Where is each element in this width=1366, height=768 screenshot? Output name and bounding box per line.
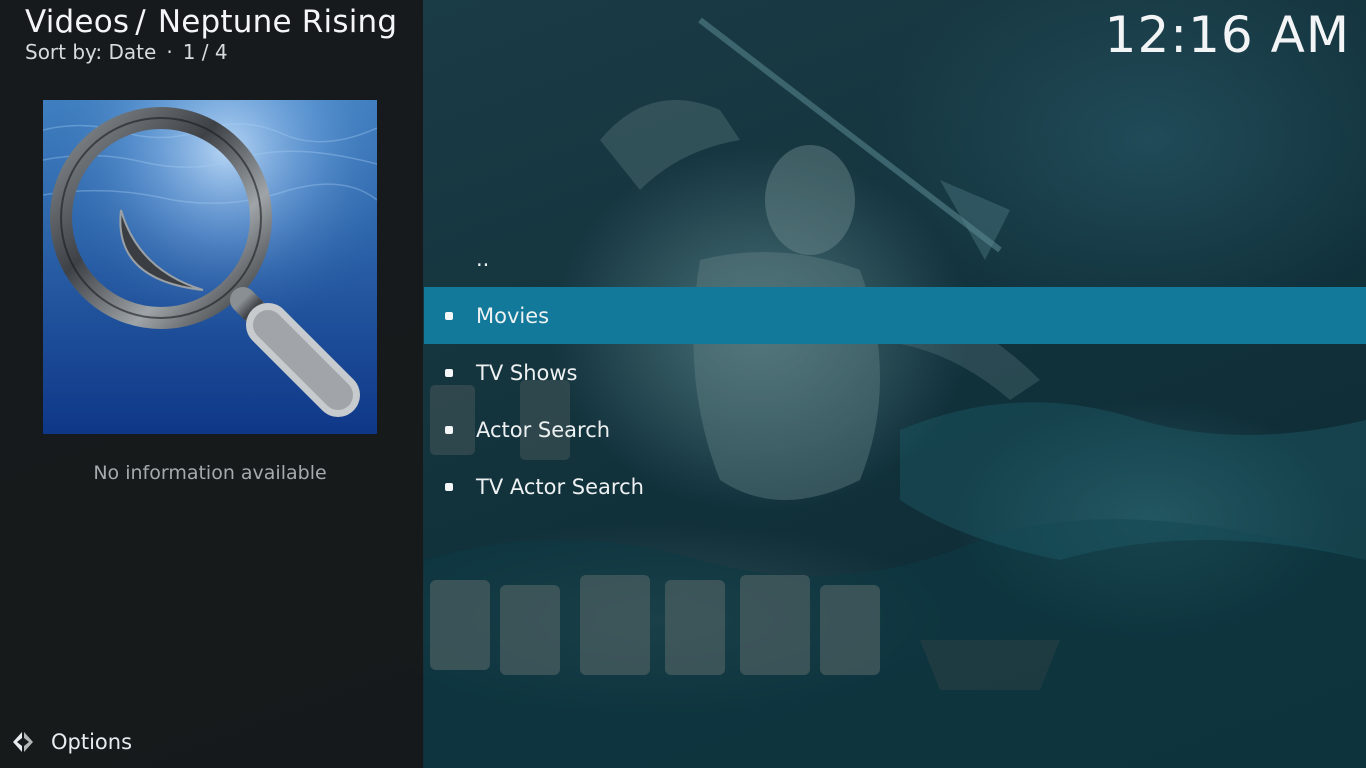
breadcrumb: Videos / Neptune Rising [25, 4, 397, 40]
bullet-icon [445, 482, 453, 491]
list-item-tv-shows[interactable]: TV Shows [424, 344, 1366, 401]
addon-thumbnail [43, 100, 377, 434]
sort-info: Sort by: Date · 1 / 4 [25, 40, 228, 64]
directory-list: .. Movies TV Shows Actor Search TV Actor… [424, 230, 1366, 515]
bullet-icon [445, 425, 453, 434]
sort-label: Sort by: Date [25, 40, 157, 64]
list-item-movies[interactable]: Movies [424, 287, 1366, 344]
sort-dot: · [166, 40, 173, 64]
list-item-label: Movies [476, 303, 550, 328]
list-item-label: TV Actor Search [476, 474, 644, 499]
list-item-actor-search[interactable]: Actor Search [424, 401, 1366, 458]
list-item-tv-actor-search[interactable]: TV Actor Search [424, 458, 1366, 515]
info-panel: Videos / Neptune Rising Sort by: Date · 1 / … [0, 0, 423, 768]
options-arrows-icon [13, 732, 33, 752]
options-button[interactable]: Options [10, 726, 132, 758]
kodi-addon-screen: Videos / Neptune Rising Sort by: Date · 1 / … [0, 0, 1366, 768]
list-item-label: Actor Search [476, 417, 611, 442]
bullet-icon [445, 368, 453, 377]
list-item-label: TV Shows [476, 360, 578, 385]
item-position: 1 / 4 [182, 40, 228, 64]
options-label: Options [51, 730, 133, 754]
clock: 12:16 AM [1104, 6, 1350, 64]
breadcrumb-separator: / [135, 4, 146, 40]
bullet-icon [445, 311, 453, 320]
magnifier-icon [43, 100, 377, 434]
parent-folder-label: .. [476, 246, 490, 271]
no-information-text: No information available [93, 462, 327, 484]
breadcrumb-section: Videos [25, 4, 130, 40]
addon-title: Neptune Rising [157, 4, 398, 40]
list-item-parent[interactable]: .. [424, 230, 1366, 287]
